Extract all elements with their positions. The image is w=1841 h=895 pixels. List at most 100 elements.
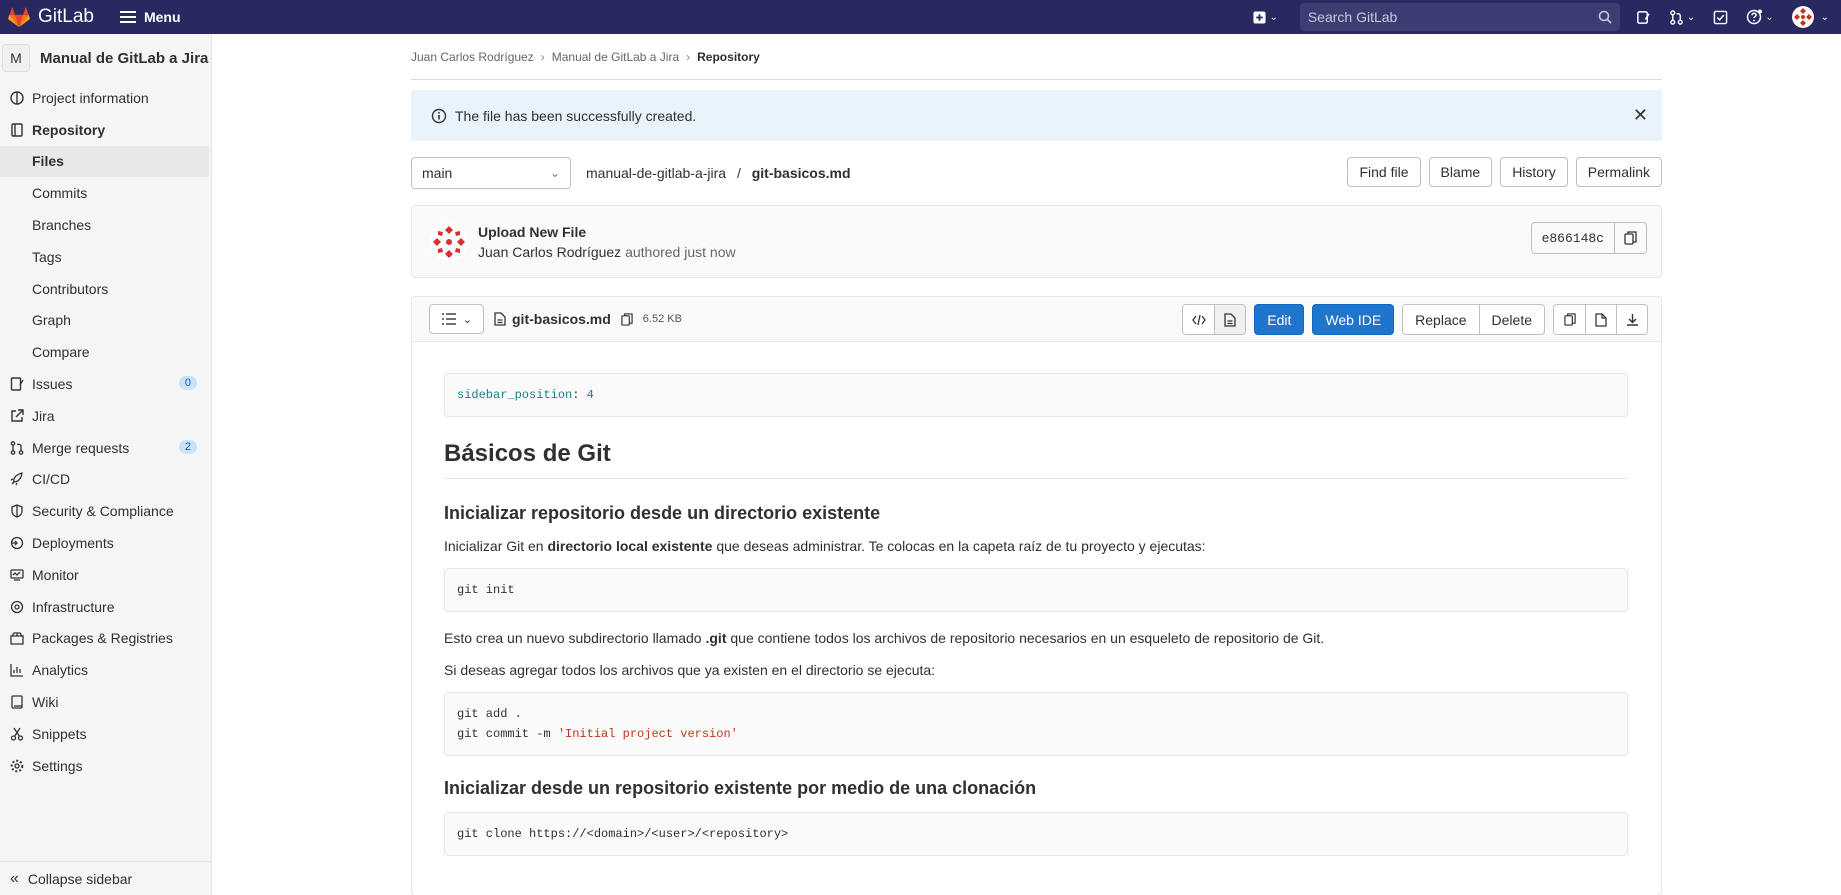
sidebar-item-label: Issues	[32, 376, 73, 393]
delete-button[interactable]: Delete	[1478, 305, 1544, 334]
sidebar-item-label: Wiki	[32, 694, 59, 711]
code-line: git clone https://<domain>/<user>/<repos…	[457, 827, 789, 841]
front-matter-key: sidebar_position	[457, 388, 573, 402]
copy-icon	[1624, 231, 1637, 245]
commit-author[interactable]: Juan Carlos Rodríguez	[478, 244, 621, 260]
file-viewer: ⌄ git-basicos.md 6.52 KB Edit Web IDE Re…	[411, 296, 1662, 895]
merge-request-icon	[1670, 9, 1683, 25]
sidebar-item-settings[interactable]: Settings	[0, 750, 211, 782]
file-name: git-basicos.md	[512, 311, 611, 327]
file-icon	[494, 312, 506, 326]
search-placeholder: Search GitLab	[1307, 9, 1398, 25]
menu-button[interactable]: Menu	[119, 9, 181, 25]
sidebar-subitem-branches[interactable]: Branches	[0, 209, 211, 241]
sidebar-subitem-tags[interactable]: Tags	[0, 241, 211, 273]
copy-contents-button[interactable]	[1554, 305, 1585, 334]
info-icon	[431, 108, 447, 123]
copy-sha-button[interactable]	[1615, 222, 1647, 254]
sidebar-item-jira[interactable]: Jira	[0, 400, 211, 432]
collapse-sidebar-button[interactable]: « Collapse sidebar	[0, 861, 212, 895]
breadcrumb-project[interactable]: Manual de GitLab a Jira	[552, 50, 679, 64]
paragraph-init: Inicializar Git en directorio local exis…	[444, 536, 1628, 556]
sidebar-item-deployments[interactable]: Deployments	[0, 527, 211, 559]
raw-file-icon	[1595, 312, 1607, 327]
front-matter-value: 4	[586, 388, 594, 402]
sidebar-item-label: Deployments	[32, 535, 114, 552]
replace-button[interactable]: Replace	[1403, 305, 1479, 334]
code-line: git commit -m 'Initial project version'	[457, 724, 1615, 744]
last-commit-panel: Upload New File Juan Carlos Rodríguez au…	[411, 205, 1662, 278]
breadcrumb-current[interactable]: Repository	[697, 50, 760, 64]
open-raw-button[interactable]	[1585, 305, 1616, 334]
sidebar-subitem-contributors[interactable]: Contributors	[0, 273, 211, 305]
copy-icon	[1563, 313, 1576, 326]
history-button[interactable]: History	[1500, 157, 1568, 187]
sidebar-subitem-compare[interactable]: Compare	[0, 336, 211, 368]
search-input[interactable]: Search GitLab	[1299, 3, 1620, 31]
code-line: git init	[457, 583, 515, 597]
sidebar-subitem-commits[interactable]: Commits	[0, 177, 211, 209]
commit-sha[interactable]: e866148c	[1530, 222, 1615, 254]
sidebar-subitem-files[interactable]: Files	[0, 145, 209, 178]
breadcrumb-user[interactable]: Juan Carlos Rodríguez	[411, 50, 534, 64]
collapse-sidebar-label: Collapse sidebar	[27, 870, 133, 887]
document-icon	[1224, 312, 1236, 327]
sidebar-item-monitor[interactable]: Monitor	[0, 559, 211, 591]
commit-meta: Juan Carlos Rodríguez authored just now	[478, 244, 736, 260]
sidebar-item-wiki[interactable]: Wiki	[0, 686, 211, 718]
user-menu-button[interactable]: ⌄	[1791, 6, 1829, 28]
copy-file-path-button[interactable]	[621, 312, 633, 326]
avatar[interactable]	[430, 222, 468, 261]
issues-top-button[interactable]	[1636, 10, 1651, 25]
gitlab-logo[interactable]: GitLab	[8, 0, 94, 34]
sidebar-item-snippets[interactable]: Snippets	[0, 718, 211, 750]
merge-requests-top-button[interactable]: ⌄	[1669, 9, 1695, 25]
shield-icon	[10, 504, 24, 518]
paragraph-add-all: Si deseas agregar todos los archivos que…	[444, 662, 936, 678]
web-ide-button[interactable]: Web IDE	[1312, 304, 1395, 335]
sidebar-item-security[interactable]: Security & Compliance	[0, 495, 211, 527]
sidebar-item-label: Settings	[32, 757, 83, 774]
alert-message: The file has been successfully created.	[455, 107, 697, 124]
path-directory[interactable]: manual-de-gitlab-a-jira	[586, 165, 726, 181]
paragraph-text: que deseas administrar. Te colocas en la…	[712, 538, 1206, 554]
sidebar-item-packages[interactable]: Packages & Registries	[0, 623, 211, 655]
sidebar-project-header[interactable]: M Manual de GitLab a Jira	[0, 34, 211, 82]
sidebar-item-issues[interactable]: Issues 0	[0, 368, 211, 400]
chevron-down-icon: ⌄	[1820, 11, 1829, 23]
sidebar-item-label: Monitor	[32, 566, 79, 583]
find-file-button[interactable]: Find file	[1347, 157, 1421, 187]
edit-button[interactable]: Edit	[1254, 304, 1305, 335]
sidebar-item-merge-requests[interactable]: Merge requests 2	[0, 432, 211, 464]
avatar	[1791, 6, 1814, 28]
sidebar-item-repository[interactable]: Repository	[0, 114, 211, 146]
new-dropdown-button[interactable]: ⌄	[1253, 10, 1278, 24]
copy-icon	[621, 312, 633, 326]
table-of-contents-button[interactable]: ⌄	[429, 304, 484, 334]
commit-title[interactable]: Upload New File	[478, 224, 736, 240]
sidebar-item-infrastructure[interactable]: Infrastructure	[0, 591, 211, 623]
display-rendered-button[interactable]	[1214, 305, 1246, 334]
todos-top-button[interactable]	[1713, 10, 1728, 25]
blame-button[interactable]: Blame	[1428, 157, 1493, 187]
code-block-init: git init	[444, 568, 1628, 612]
display-source-button[interactable]	[1183, 305, 1215, 334]
repository-toolbar: main ⌄ manual-de-gitlab-a-jira / git-bas…	[411, 157, 1662, 189]
help-top-button[interactable]: ⌄	[1746, 9, 1774, 25]
sidebar-item-label: Jira	[32, 407, 55, 424]
issues-icon	[10, 377, 24, 391]
branch-selector[interactable]: main ⌄	[411, 157, 571, 189]
sidebar-item-label: Analytics	[32, 662, 89, 679]
plus-square-icon	[1253, 10, 1266, 24]
permalink-button[interactable]: Permalink	[1575, 157, 1662, 187]
sidebar-item-project-information[interactable]: Project information	[0, 82, 211, 114]
project-sidebar: M Manual de GitLab a Jira Project inform…	[0, 34, 212, 895]
close-icon[interactable]: ✕	[1633, 106, 1648, 124]
sidebar-item-analytics[interactable]: Analytics	[0, 654, 211, 686]
download-button[interactable]	[1616, 305, 1647, 334]
chevron-right-icon: ›	[540, 49, 545, 64]
chevron-down-icon: ⌄	[462, 313, 473, 326]
external-link-icon	[10, 409, 24, 423]
sidebar-subitem-graph[interactable]: Graph	[0, 305, 211, 337]
sidebar-item-cicd[interactable]: CI/CD	[0, 464, 211, 496]
